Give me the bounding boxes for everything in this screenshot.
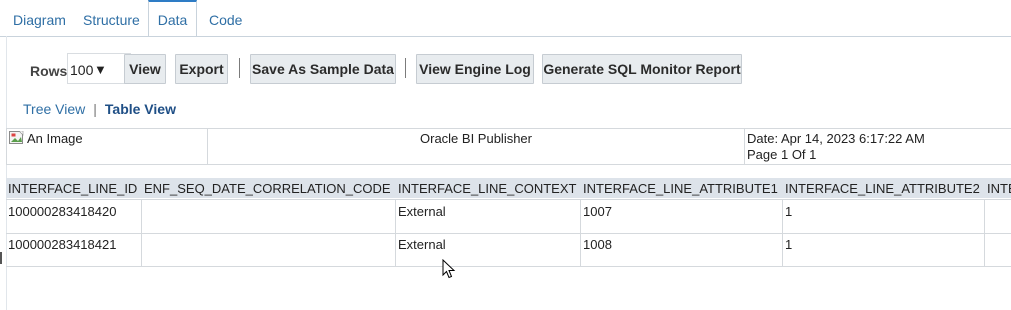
tab-diagram[interactable]: Diagram [13, 0, 66, 36]
export-button[interactable]: Export [175, 54, 228, 84]
table-cell: 100000283418420 [8, 204, 117, 219]
column-divider [580, 199, 581, 267]
table-view-link[interactable]: Table View [105, 101, 176, 117]
report-date: Date: Apr 14, 2023 6:17:22 AM [747, 131, 925, 146]
view-switcher: Tree View | Table View [23, 101, 176, 117]
table-row: 100000283418420 External 1007 1 [6, 199, 1011, 234]
caret-down-icon: ▼ [94, 62, 107, 77]
report-title-cell: Oracle BI Publisher [208, 129, 745, 164]
column-header: INTERFACE_LINE_ATTRIBUTE2 [785, 181, 980, 196]
report-meta-cell: Date: Apr 14, 2023 6:17:22 AM Page 1 Of … [745, 129, 1011, 164]
column-header: INTERFACE_LINE_ATTRIBUTE1 [583, 181, 778, 196]
table-header-row: INTERFACE_LINE_ID ENF_SEQ_DATE_CORRELATI… [6, 178, 1011, 198]
tree-view-link[interactable]: Tree View [23, 101, 85, 117]
column-header: INTERFACE_LINE_ID [8, 181, 138, 196]
panel-left-border [6, 36, 7, 310]
table-cell: 1 [785, 204, 793, 219]
rows-select-value: 100 [70, 62, 94, 78]
save-as-sample-data-button[interactable]: Save As Sample Data [250, 54, 396, 84]
view-button[interactable]: View [124, 54, 166, 84]
tab-structure[interactable]: Structure [83, 0, 140, 36]
report-header: An Image Oracle BI Publisher Date: Apr 1… [6, 128, 1011, 165]
toolbar-separator [239, 58, 240, 78]
tab-code[interactable]: Code [209, 0, 242, 36]
column-divider [141, 199, 142, 267]
tab-bar: Diagram Structure Data Code [0, 0, 1011, 37]
splitter-handle[interactable] [0, 252, 2, 264]
column-divider [395, 199, 396, 267]
table-cell: 1007 [583, 204, 612, 219]
report-image-alt-text: An Image [27, 131, 83, 146]
mouse-pointer-icon [442, 259, 456, 279]
table-cell: 1008 [583, 237, 612, 252]
view-link-separator: | [93, 101, 97, 117]
rows-label: Rows [30, 63, 68, 79]
table-cell: External [398, 204, 446, 219]
column-header: INTERFACE_LINE_CONTEXT [398, 181, 577, 196]
rows-select[interactable]: 100 ▼ [67, 53, 131, 84]
report-page-number: Page 1 Of 1 [747, 147, 817, 162]
report-logo-cell: An Image [7, 129, 208, 164]
tab-data[interactable]: Data [148, 0, 197, 36]
column-divider [984, 199, 985, 267]
column-header: ENF_SEQ_DATE_CORRELATION_CODE [144, 181, 391, 196]
table-cell: External [398, 237, 446, 252]
generate-sql-monitor-report-button[interactable]: Generate SQL Monitor Report [542, 54, 742, 84]
view-engine-log-button[interactable]: View Engine Log [416, 54, 534, 84]
column-header: INTE [987, 181, 1011, 196]
table-row: 100000283418421 External 1008 1 [6, 233, 1011, 267]
report-publisher-title: Oracle BI Publisher [420, 131, 532, 146]
toolbar-separator [405, 58, 406, 78]
table-cell: 100000283418421 [8, 237, 117, 252]
column-divider [782, 199, 783, 267]
broken-image-icon [9, 131, 24, 144]
table-cell: 1 [785, 237, 793, 252]
